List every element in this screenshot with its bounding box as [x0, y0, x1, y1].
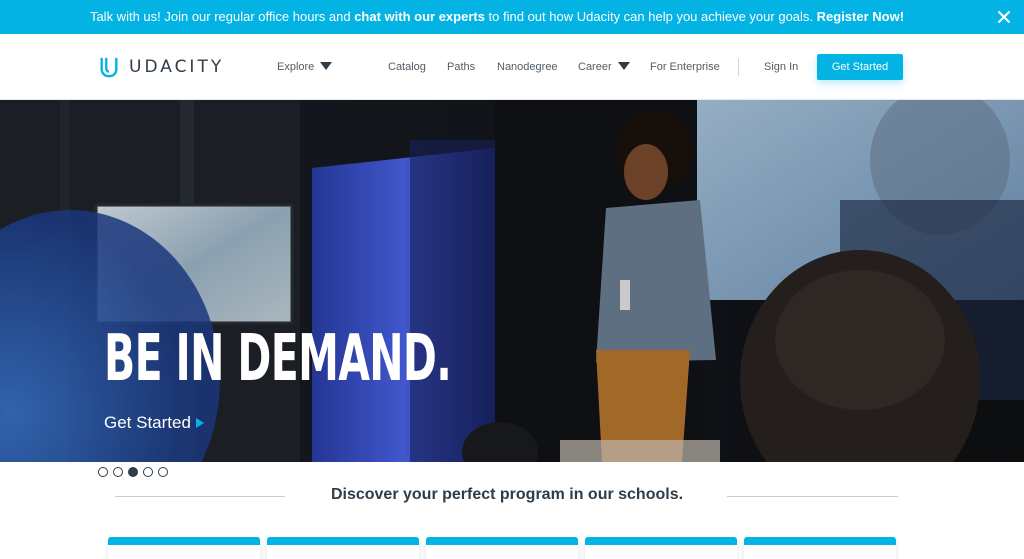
- nav-paths[interactable]: Paths: [447, 58, 475, 76]
- announcement-part1: Talk with us! Join our regular office ho…: [89, 9, 355, 24]
- hero-cta-label: Get Started: [104, 413, 191, 432]
- udacity-homepage: Talk with us! Join our regular office ho…: [0, 0, 1024, 559]
- nav-catalog[interactable]: Catalog: [388, 58, 426, 76]
- carousel-dot[interactable]: [113, 467, 123, 477]
- announcement-link-experts[interactable]: chat with our experts: [354, 9, 485, 24]
- career-label: Career: [578, 61, 612, 73]
- explore-menu[interactable]: Explore: [277, 58, 333, 76]
- get-started-button[interactable]: Get Started: [817, 54, 903, 80]
- schools-heading: Discover your perfect program in our sch…: [330, 486, 684, 503]
- udacity-logo-icon: [100, 57, 118, 78]
- nav-nanodegree[interactable]: Nanodegree: [497, 58, 558, 76]
- school-card[interactable]: [108, 537, 260, 559]
- announcement-bar: Talk with us! Join our regular office ho…: [0, 0, 1024, 34]
- announcement-text: Talk with us! Join our regular office ho…: [0, 0, 984, 34]
- carousel-dot[interactable]: [143, 467, 153, 477]
- school-card[interactable]: [267, 537, 419, 559]
- chevron-down-icon: [617, 62, 630, 71]
- nav-for-enterprise[interactable]: For Enterprise: [650, 58, 720, 76]
- chevron-down-icon: [320, 62, 333, 71]
- nav-divider: [738, 58, 739, 76]
- carousel-indicators: [98, 467, 173, 479]
- school-card[interactable]: [585, 537, 737, 559]
- hero-carousel[interactable]: BE IN DEMAND. Get Started: [0, 100, 1024, 462]
- carousel-dot[interactable]: [98, 467, 108, 477]
- explore-label: Explore: [277, 61, 315, 73]
- announcement-part2: to find out how Udacity can help you ach…: [484, 9, 817, 24]
- school-card[interactable]: [426, 537, 578, 559]
- hero-title: BE IN DEMAND.: [104, 322, 452, 396]
- carousel-dot[interactable]: [158, 467, 168, 477]
- sign-in-link[interactable]: Sign In: [764, 58, 798, 76]
- logo-wordmark: UDACITY: [129, 57, 225, 77]
- play-arrow-icon: [195, 417, 204, 428]
- nav-career[interactable]: Career: [578, 58, 630, 76]
- udacity-logo[interactable]: UDACITY: [98, 55, 224, 79]
- hero-get-started-link[interactable]: Get Started: [104, 413, 204, 433]
- site-header: UDACITY Explore Catalog Paths Nanodegree…: [0, 34, 1024, 100]
- register-now-link[interactable]: Register Now!: [817, 9, 904, 24]
- divider-right: [727, 496, 898, 497]
- close-icon[interactable]: [996, 9, 1012, 25]
- carousel-dot-active[interactable]: [128, 467, 138, 477]
- school-card[interactable]: [744, 537, 896, 559]
- hero-photo: [0, 100, 1024, 462]
